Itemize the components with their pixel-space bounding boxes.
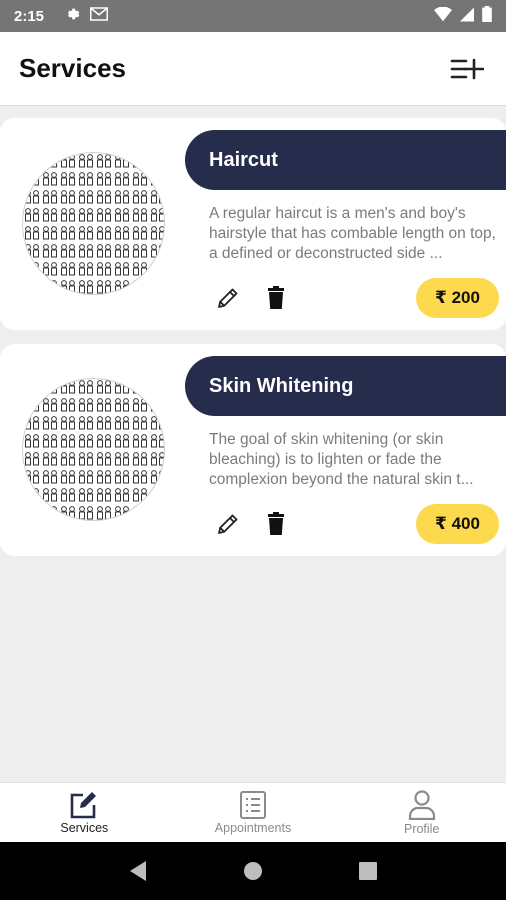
add-service-button[interactable] bbox=[447, 49, 487, 89]
person-icon bbox=[408, 789, 435, 820]
gear-icon bbox=[64, 6, 80, 26]
service-title-bar: Haircut bbox=[185, 130, 506, 190]
service-actions bbox=[214, 284, 290, 312]
price-badge: ₹ 200 bbox=[416, 278, 499, 318]
nav-label: Profile bbox=[403, 821, 440, 836]
status-time: 2:15 bbox=[14, 7, 45, 25]
signal-icon bbox=[460, 7, 474, 26]
edit-button[interactable] bbox=[214, 510, 242, 538]
price-badge: ₹ 400 bbox=[416, 504, 499, 544]
trash-icon bbox=[268, 512, 284, 535]
service-card[interactable]: Skin Whitening The goal of skin whitenin… bbox=[0, 344, 506, 556]
list-icon bbox=[240, 790, 266, 819]
status-left: 2:15 bbox=[14, 6, 109, 26]
list-add-icon bbox=[450, 58, 484, 79]
nav-item-services[interactable]: Services bbox=[0, 783, 169, 842]
back-button[interactable] bbox=[118, 851, 158, 891]
delete-button[interactable] bbox=[262, 510, 290, 538]
nav-label: Services bbox=[60, 820, 109, 835]
back-triangle-icon bbox=[129, 861, 146, 881]
home-button[interactable] bbox=[233, 851, 273, 891]
nav-item-profile[interactable]: Profile bbox=[337, 783, 506, 842]
edit-button[interactable] bbox=[214, 284, 242, 312]
edit-square-icon bbox=[71, 791, 97, 818]
mail-icon bbox=[90, 6, 109, 26]
page-title: Services bbox=[19, 53, 126, 83]
recents-square-icon bbox=[359, 862, 378, 880]
recents-button[interactable] bbox=[348, 851, 388, 891]
pencil-icon bbox=[218, 288, 238, 308]
home-circle-icon bbox=[243, 862, 262, 880]
trash-icon bbox=[268, 286, 284, 309]
pencil-icon bbox=[218, 514, 238, 534]
service-description: The goal of skin whitening (or skin blea… bbox=[209, 431, 474, 488]
services-list: Haircut A regular haircut is a men's and… bbox=[0, 118, 506, 570]
service-description: A regular haircut is a men's and boy's h… bbox=[209, 205, 496, 262]
delete-button[interactable] bbox=[262, 284, 290, 312]
wifi-icon bbox=[434, 6, 452, 26]
nav-label: Appointments bbox=[214, 820, 292, 835]
system-nav-bar bbox=[0, 842, 506, 900]
app-bar: Services bbox=[0, 32, 506, 106]
bottom-nav: Services Appointments Profile bbox=[0, 782, 506, 842]
service-title-bar: Skin Whitening bbox=[185, 356, 506, 416]
service-actions bbox=[214, 510, 290, 538]
service-image bbox=[22, 378, 165, 521]
status-bar: 2:15 bbox=[0, 0, 506, 32]
service-title: Haircut bbox=[209, 148, 278, 171]
battery-icon bbox=[482, 6, 492, 26]
service-title: Skin Whitening bbox=[209, 374, 354, 397]
status-right bbox=[434, 6, 492, 26]
nav-item-appointments[interactable]: Appointments bbox=[169, 783, 338, 842]
service-card[interactable]: Haircut A regular haircut is a men's and… bbox=[0, 118, 506, 330]
service-image bbox=[22, 152, 165, 295]
